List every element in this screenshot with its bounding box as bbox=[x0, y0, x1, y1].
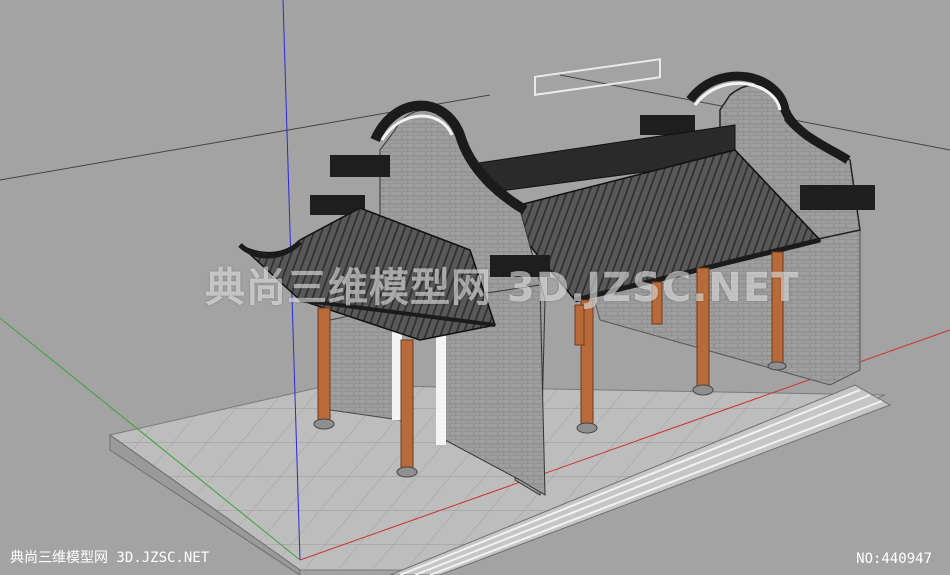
footer-site-label: 典尚三维模型网 3D.JZSC.NET bbox=[10, 550, 210, 566]
footer-id-label: NO:440947 bbox=[856, 551, 932, 567]
model-viewport[interactable]: 典尚三维模型网 3D.JZSC.NET 典尚三维模型网 3D.JZSC.NET … bbox=[0, 0, 950, 575]
watermark-text: 典尚三维模型网 3D.JZSC.NET bbox=[205, 265, 800, 311]
